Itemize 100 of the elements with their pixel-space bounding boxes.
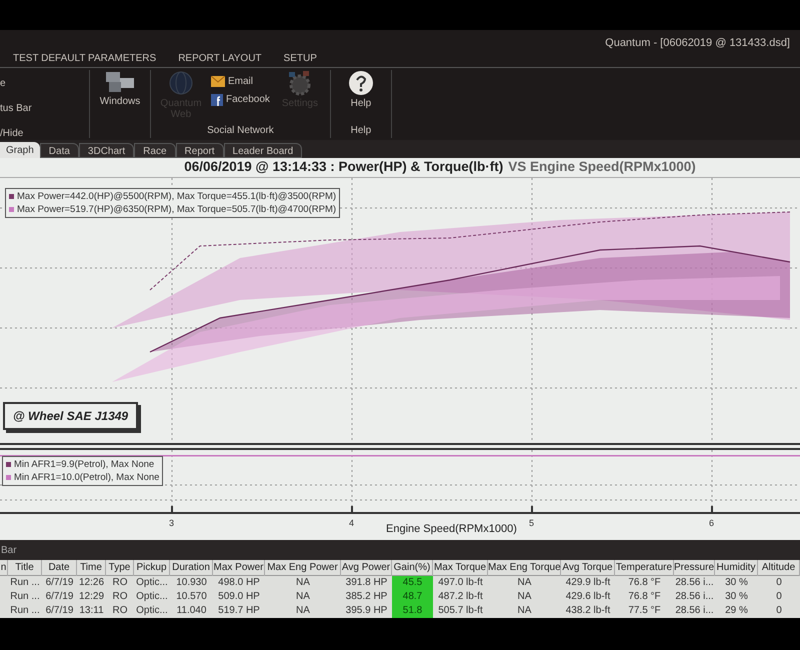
table-cell-text: 77.5 °F (627, 604, 662, 618)
column-header[interactable]: Max Power (213, 560, 265, 576)
ribbon-button[interactable]: Facebook (211, 92, 270, 107)
menu-tab[interactable]: TEST DEFAULT PARAMETERS (13, 51, 156, 66)
table-cell-text: 391.8 HP (344, 576, 388, 590)
column-header[interactable]: Time (77, 560, 106, 576)
table-cell-text: 11.040 (176, 604, 208, 618)
table-cell-text: 12:29 (78, 590, 106, 604)
tick-label: 4 (349, 517, 354, 530)
tab[interactable]: Data (40, 143, 79, 158)
column-header[interactable]: Pressure (674, 560, 715, 576)
table-cell-text: Run ... (9, 604, 41, 618)
column-header[interactable]: Altitude (758, 560, 800, 576)
column-header[interactable]: n (0, 560, 8, 576)
table-cell-text: 0 (775, 604, 783, 618)
table-cell-text: 76.8 °F (627, 576, 662, 590)
legend-text: Max Power=519.7(HP)@6350(RPM), Max Torque=505.7(lb·ft)@4700(RPM) (17, 203, 336, 216)
column-header[interactable]: Pickup (134, 560, 170, 576)
ribbon-button[interactable]: Help (336, 70, 385, 123)
tick-label: 5 (529, 517, 534, 530)
menu-tab[interactable]: SETUP (284, 51, 317, 66)
ribbon-item[interactable]: e (0, 76, 89, 91)
ribbon-item[interactable]: /Hide (0, 126, 89, 141)
tick-label: 6 (709, 517, 714, 530)
column-header[interactable]: Max Eng Power (265, 560, 341, 576)
table-cell-text: 395.9 HP (344, 604, 388, 618)
tick-label: 3 (169, 517, 174, 530)
mail-icon (211, 76, 225, 87)
group-label: Help (350, 124, 372, 138)
table-cell-text: 6/7/19 (44, 576, 74, 590)
table-cell-text: 0 (775, 576, 783, 590)
table-cell: 28.56 i... (674, 590, 715, 604)
table-cell-text: Optic... (135, 604, 169, 618)
table-cell-text: 497.0 lb-ft (437, 576, 484, 590)
axis-label: Engine Speed(RPMx1000) (386, 522, 517, 537)
tab[interactable]: Report (176, 143, 224, 158)
globe-icon (168, 70, 194, 96)
table-cell-text: NA (516, 604, 532, 618)
windows-icon (105, 70, 135, 94)
column-header[interactable]: Max Eng Torque (488, 560, 561, 576)
column-header[interactable]: Max Torque (433, 560, 488, 576)
column-header[interactable]: Humidity (715, 560, 758, 576)
tab[interactable]: Race (134, 143, 176, 158)
table-cell: 45.5 (392, 576, 433, 590)
table-cell-text: Optic... (135, 576, 169, 590)
group-label: Social Network (207, 124, 274, 138)
table-cell-text: 6/7/19 (44, 590, 74, 604)
column-header[interactable]: Type (106, 560, 134, 576)
legend-text: Min AFR1=10.0(Petrol), Max None (14, 471, 160, 484)
menu-tab[interactable]: REPORT LAYOUT (178, 51, 262, 66)
column-header[interactable]: Date (42, 560, 77, 576)
table-cell-text: 29 % (724, 604, 749, 618)
table-cell-text: 519.7 HP (217, 604, 261, 618)
table-cell-text: NA (516, 576, 532, 590)
table-cell-text: 13:11 (78, 604, 105, 618)
column-header[interactable]: Avg Power (341, 560, 392, 576)
table-cell-text: 10.570 (175, 590, 208, 604)
table-cell-text: 429.9 lb-ft (564, 576, 612, 590)
facebook-icon (211, 94, 223, 106)
table-cell-text: 76.8 °F (627, 590, 662, 604)
column-header[interactable]: Duration (170, 560, 213, 576)
column-header[interactable]: Temperature (615, 560, 674, 576)
table-cell-text: RO (112, 604, 128, 618)
table-cell-text: NA (295, 604, 311, 618)
table-cell-text: 30 % (724, 590, 749, 604)
table-cell-text: 438.2 lb-ft (564, 604, 612, 618)
chart-subtitle: VS Engine Speed(RPMx1000) (508, 158, 696, 176)
table-cell-text: RO (112, 590, 128, 604)
table-cell-text: Run ... (9, 590, 41, 604)
column-header[interactable]: Avg Torque (561, 560, 615, 576)
tab[interactable]: 3DChart (78, 143, 134, 158)
column-header[interactable]: Title (8, 560, 42, 576)
chart-title: 06/06/2019 @ 13:14:33 : Power(HP) & Torque(lb·ft) (184, 158, 504, 176)
tab[interactable]: Leader Board (224, 143, 302, 158)
table-cell-text: 6/7/19 (44, 604, 74, 618)
table-cell-text: NA (295, 576, 311, 590)
legend-text: Max Power=442.0(HP)@5500(RPM), Max Torque=455.1(lb·ft)@3500(RPM) (17, 190, 336, 203)
table-cell: 28.56 i... (674, 604, 715, 618)
table-cell-text: Run ... (9, 576, 41, 590)
ribbon-button[interactable]: Windows (96, 70, 144, 126)
table-cell-text: NA (295, 590, 311, 604)
tab[interactable]: Graph (0, 142, 40, 158)
ribbon-item[interactable]: tus Bar (0, 101, 89, 116)
panel-title: Bar (1, 544, 17, 558)
table-cell-text: Optic... (135, 590, 169, 604)
help-icon (348, 70, 374, 96)
table-cell-text: 505.7 lb-ft (437, 604, 484, 618)
legend-text: Min AFR1=9.9(Petrol), Max None (14, 458, 154, 471)
ribbon-button[interactable]: Email (211, 74, 270, 89)
table-cell-text: 498.0 HP (217, 576, 261, 590)
table-cell-text: RO (112, 576, 128, 590)
table-cell-text: 429.6 lb-ft (564, 590, 612, 604)
table-cell-text: 12:26 (78, 576, 106, 590)
table-cell-text: 10.930 (175, 576, 208, 590)
correction-label: @ Wheel SAE J1349 (3, 402, 138, 430)
table-cell: 51.8 (392, 604, 433, 618)
table-cell-text: 0 (775, 590, 783, 604)
table-cell-text: 509.0 HP (217, 590, 261, 604)
table-cell-text: 30 % (724, 576, 749, 590)
table-cell: 48.7 (392, 590, 433, 604)
